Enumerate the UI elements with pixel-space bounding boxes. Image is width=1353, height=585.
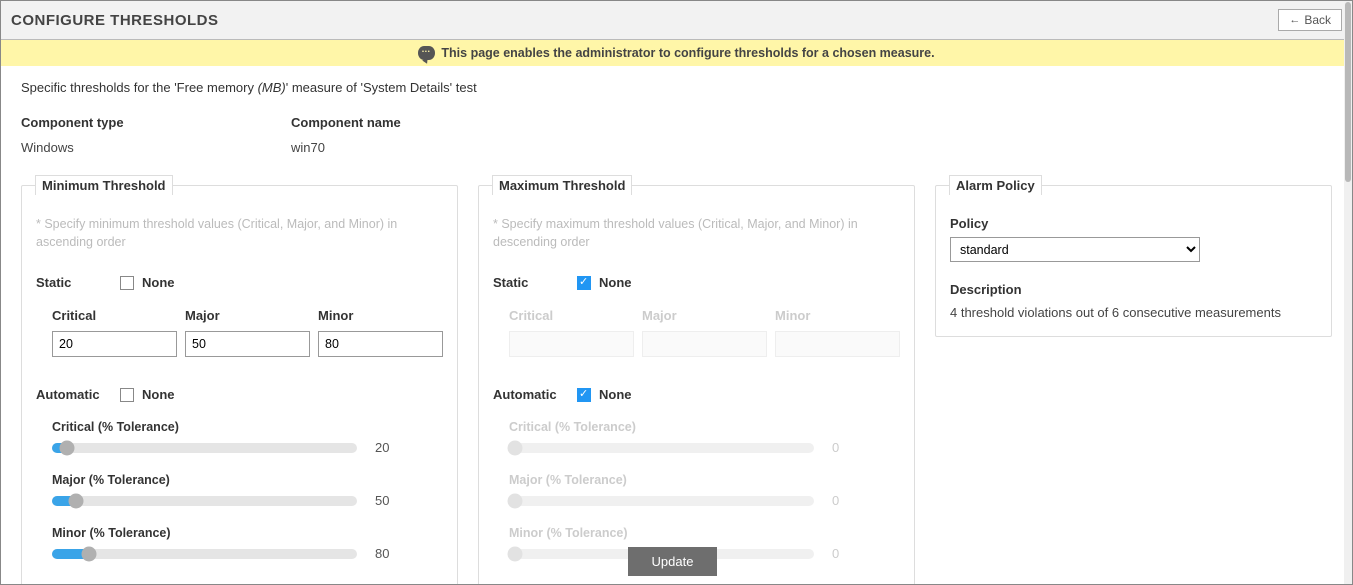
- max-critical-input: [509, 331, 634, 357]
- min-critical-slider-value: 20: [375, 440, 405, 455]
- back-arrow-icon: ←: [1289, 14, 1300, 26]
- min-major-slider-label: Major (% Tolerance): [52, 473, 443, 487]
- max-major-input: [642, 331, 767, 357]
- page-title: CONFIGURE THRESHOLDS: [11, 12, 219, 29]
- max-critical-slider-label: Critical (% Tolerance): [509, 420, 900, 434]
- intro-text: Specific thresholds for the 'Free memory…: [21, 80, 1332, 95]
- description-text: 4 threshold violations out of 6 consecut…: [950, 305, 1317, 320]
- min-static-label: Static: [36, 275, 120, 290]
- min-auto-label: Automatic: [36, 387, 120, 402]
- description-label: Description: [950, 282, 1317, 297]
- max-major-slider-label: Major (% Tolerance): [509, 473, 900, 487]
- max-auto-label: Automatic: [493, 387, 577, 402]
- component-type-value: Windows: [21, 140, 291, 155]
- max-minor-input: [775, 331, 900, 357]
- minimum-threshold-panel: Minimum Threshold * Specify minimum thre…: [21, 185, 458, 585]
- slider-thumb[interactable]: [69, 493, 84, 508]
- max-static-none-label: None: [599, 275, 632, 290]
- min-minor-input[interactable]: [318, 331, 443, 357]
- slider-thumb: [508, 493, 523, 508]
- min-critical-slider[interactable]: [52, 443, 357, 453]
- min-auto-none-label: None: [142, 387, 175, 402]
- scrollbar-thumb[interactable]: [1345, 2, 1351, 182]
- max-major-slider: [509, 496, 814, 506]
- slider-thumb[interactable]: [60, 440, 75, 455]
- max-static-label: Static: [493, 275, 577, 290]
- back-button[interactable]: ← Back: [1278, 9, 1342, 31]
- info-banner-text: This page enables the administrator to c…: [441, 46, 934, 60]
- max-critical-slider-value: 0: [832, 440, 862, 455]
- max-minor-label: Minor: [775, 308, 900, 323]
- maximum-threshold-panel: Maximum Threshold * Specify maximum thre…: [478, 185, 915, 585]
- min-major-slider[interactable]: [52, 496, 357, 506]
- min-major-label: Major: [185, 308, 310, 323]
- max-critical-label: Critical: [509, 308, 634, 323]
- max-critical-slider: [509, 443, 814, 453]
- component-name-value: win70: [291, 140, 561, 155]
- min-critical-input[interactable]: [52, 331, 177, 357]
- alarm-panel-legend: Alarm Policy: [949, 175, 1042, 195]
- min-major-input[interactable]: [185, 331, 310, 357]
- slider-thumb: [508, 440, 523, 455]
- max-panel-legend: Maximum Threshold: [492, 175, 632, 195]
- min-static-none-checkbox[interactable]: [120, 276, 134, 290]
- max-major-slider-value: 0: [832, 493, 862, 508]
- min-hint: * Specify minimum threshold values (Crit…: [36, 216, 443, 251]
- policy-label: Policy: [950, 216, 1317, 231]
- max-major-label: Major: [642, 308, 767, 323]
- scrollbar[interactable]: [1344, 1, 1352, 584]
- info-banner: This page enables the administrator to c…: [1, 40, 1352, 66]
- alarm-policy-panel: Alarm Policy Policy standard Description…: [935, 185, 1332, 337]
- component-name-label: Component name: [291, 115, 561, 130]
- policy-select[interactable]: standard: [950, 237, 1200, 262]
- min-critical-label: Critical: [52, 308, 177, 323]
- update-button[interactable]: Update: [628, 547, 718, 576]
- max-static-none-checkbox[interactable]: [577, 276, 591, 290]
- back-button-label: Back: [1304, 13, 1331, 27]
- min-major-slider-value: 50: [375, 493, 405, 508]
- min-static-none-label: None: [142, 275, 175, 290]
- max-auto-none-checkbox[interactable]: [577, 388, 591, 402]
- max-minor-slider-label: Minor (% Tolerance): [509, 526, 900, 540]
- max-auto-none-label: None: [599, 387, 632, 402]
- min-minor-slider-label: Minor (% Tolerance): [52, 526, 443, 540]
- min-auto-none-checkbox[interactable]: [120, 388, 134, 402]
- min-panel-legend: Minimum Threshold: [35, 175, 173, 195]
- comment-icon: [418, 46, 435, 60]
- min-critical-slider-label: Critical (% Tolerance): [52, 420, 443, 434]
- max-hint: * Specify maximum threshold values (Crit…: [493, 216, 900, 251]
- min-minor-label: Minor: [318, 308, 443, 323]
- component-type-label: Component type: [21, 115, 291, 130]
